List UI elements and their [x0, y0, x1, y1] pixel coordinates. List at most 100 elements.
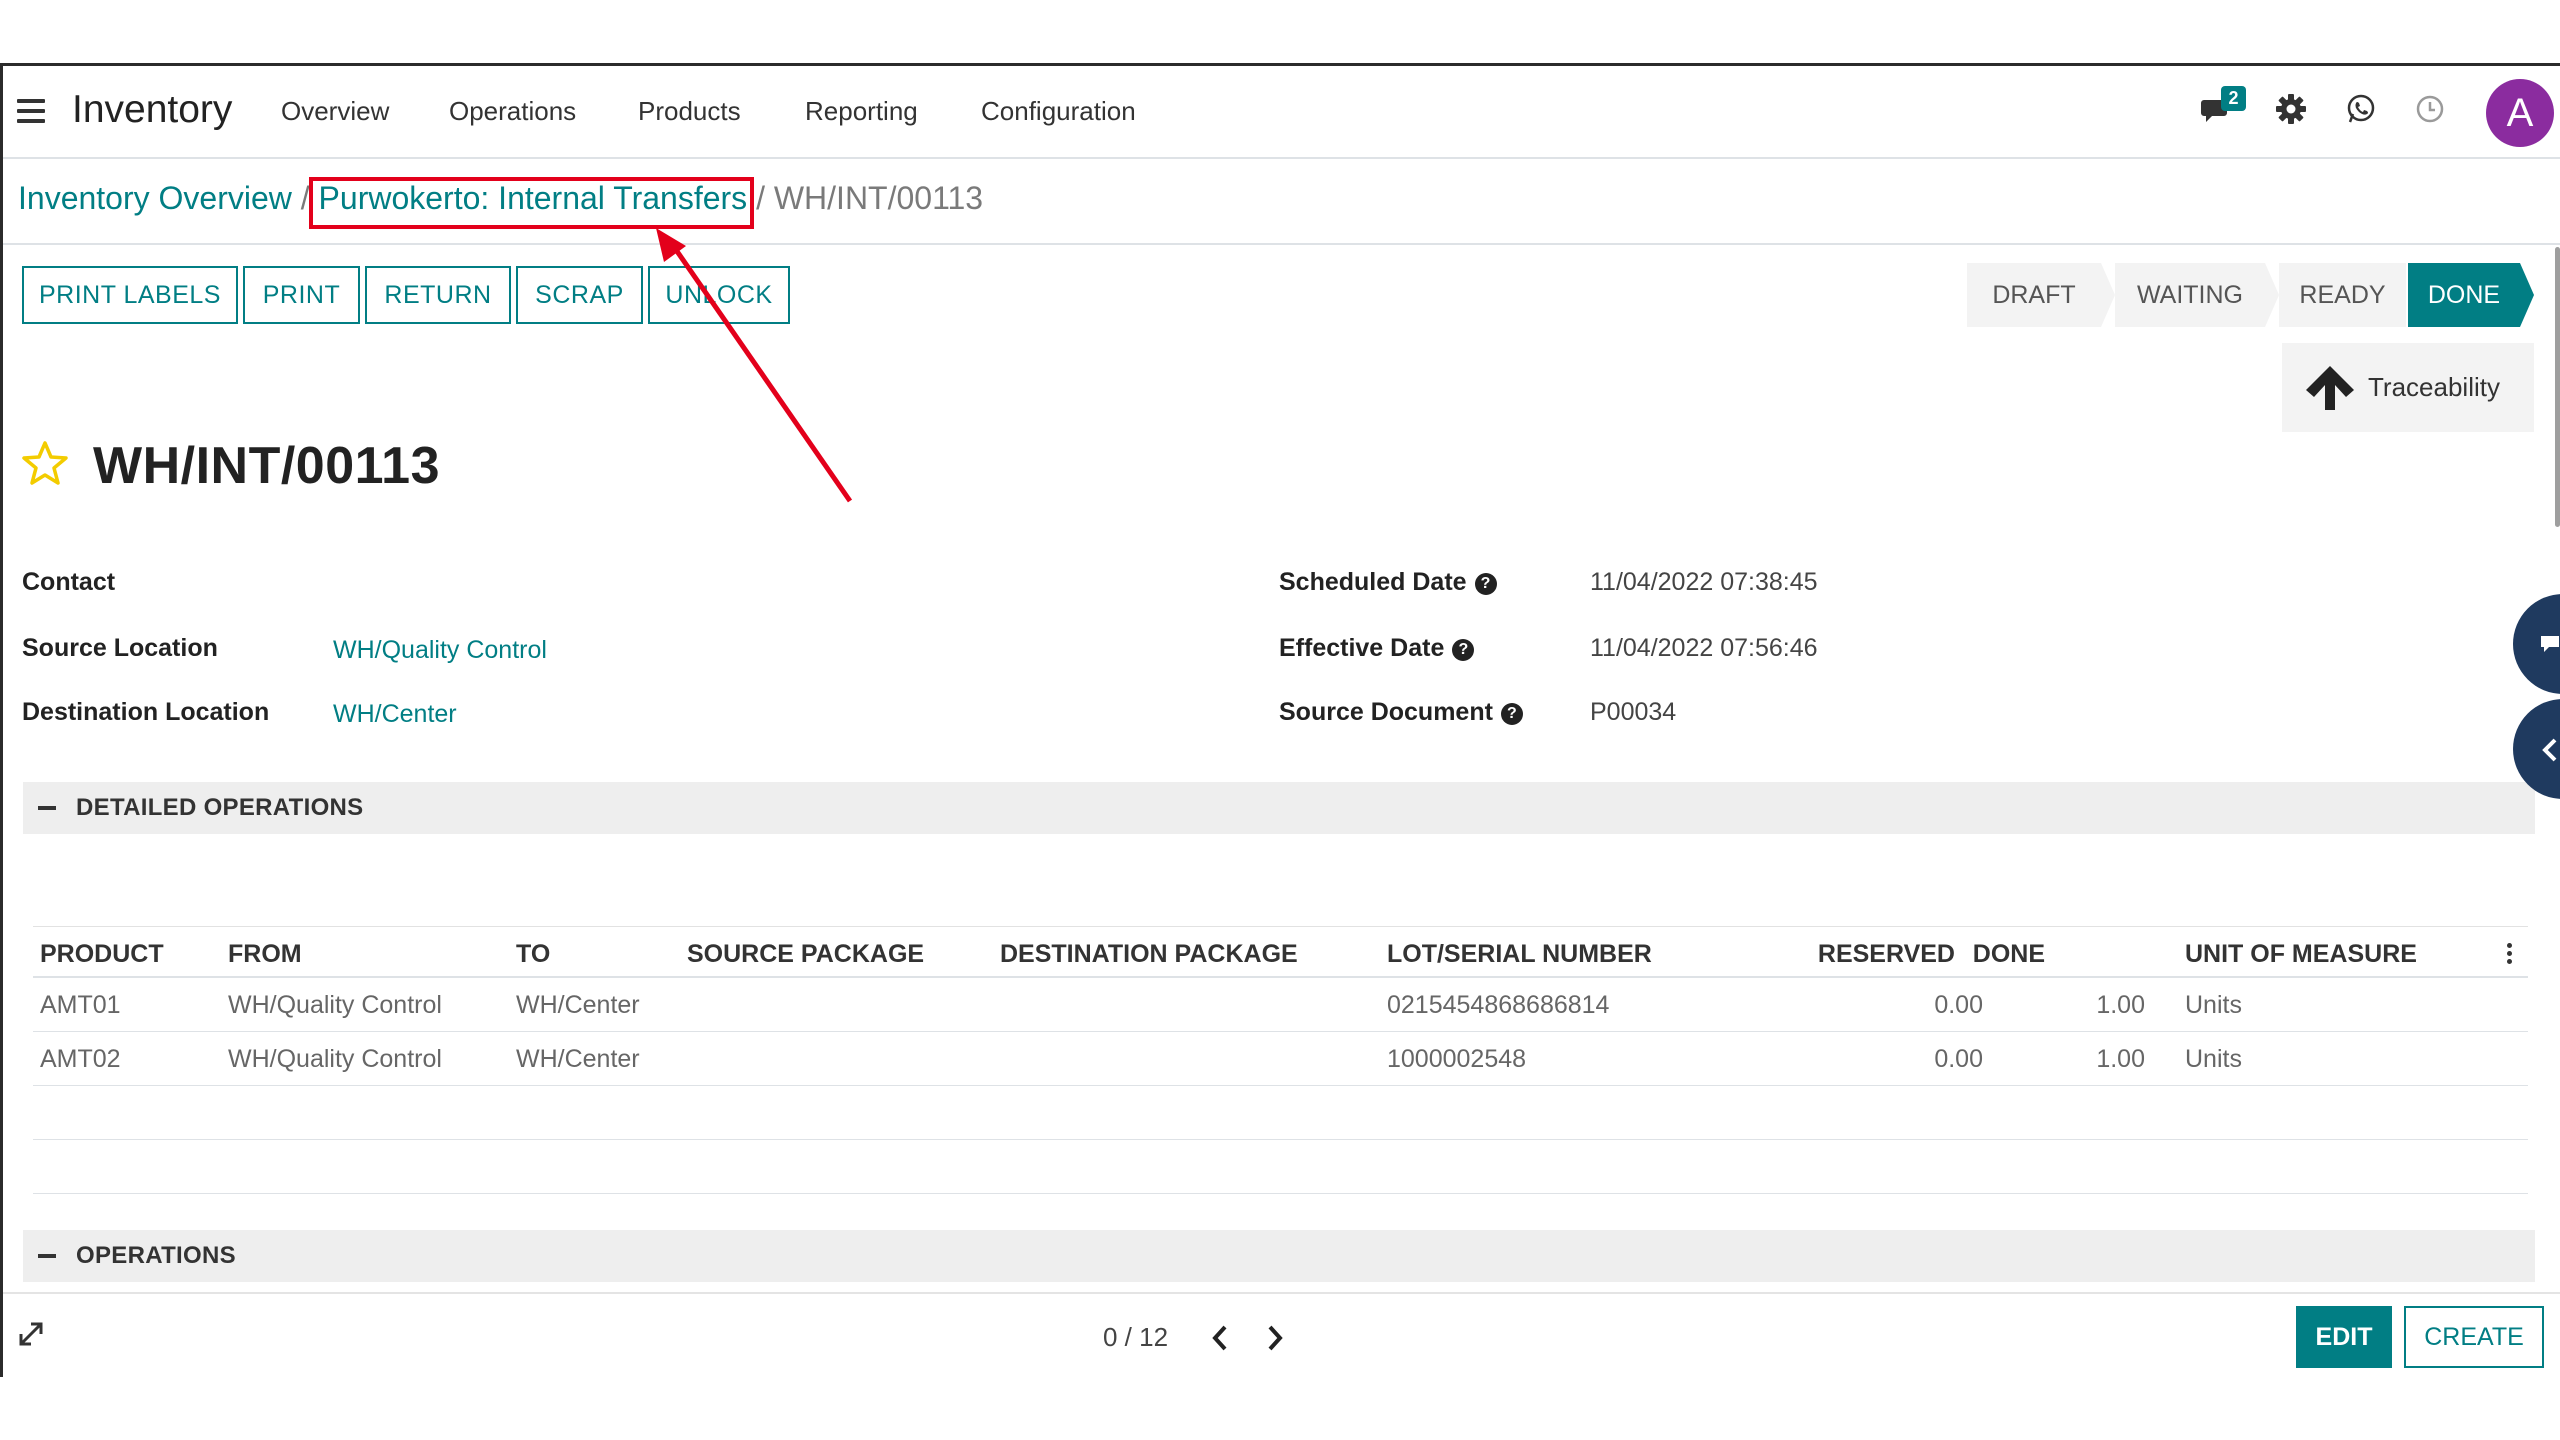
divider — [3, 243, 2560, 245]
status-arrow — [2265, 263, 2279, 327]
favorite-star-icon[interactable] — [21, 440, 69, 488]
nav-item-overview[interactable]: Overview — [281, 96, 389, 127]
detailed-operations-table: PRODUCT FROM TO SOURCE PACKAGE DESTINATI… — [33, 926, 2528, 1194]
create-button[interactable]: CREATE — [2404, 1306, 2544, 1368]
status-draft[interactable]: DRAFT — [1967, 263, 2101, 327]
help-icon[interactable]: ? — [1474, 573, 1497, 595]
chat-side-button[interactable] — [2513, 594, 2560, 694]
unlock-button[interactable]: UNLOCK — [648, 266, 790, 324]
edit-button[interactable]: EDIT — [2296, 1306, 2392, 1368]
nav-item-configuration[interactable]: Configuration — [981, 96, 1136, 127]
cell-product: AMT02 — [40, 1045, 121, 1073]
column-header-from[interactable]: FROM — [228, 940, 302, 969]
chevron-left-icon — [2542, 738, 2557, 762]
chevron-left-icon[interactable] — [1211, 1324, 1229, 1352]
status-waiting[interactable]: WAITING — [2115, 263, 2265, 327]
effective-date-label-text: Effective Date — [1279, 634, 1445, 662]
cell-to: WH/Center — [516, 1045, 640, 1073]
column-header-unit-of-measure[interactable]: UNIT OF MEASURE — [2185, 940, 2417, 969]
table-row-empty — [33, 1086, 2528, 1140]
collapse-minus-icon — [38, 806, 56, 810]
column-header-source-package[interactable]: SOURCE PACKAGE — [687, 940, 924, 969]
breadcrumb-current-record: WH/INT/00113 — [773, 180, 984, 216]
column-header-lot-serial-number[interactable]: LOT/SERIAL NUMBER — [1387, 940, 1652, 969]
cell-from: WH/Quality Control — [228, 991, 442, 1019]
nav-item-products[interactable]: Products — [638, 96, 741, 127]
breadcrumb-separator: / — [300, 180, 310, 216]
nav-item-operations[interactable]: Operations — [449, 96, 576, 127]
return-button[interactable]: RETURN — [365, 266, 511, 324]
help-icon[interactable]: ? — [1500, 703, 1523, 725]
message-count-badge: 2 — [2221, 86, 2246, 111]
table-row[interactable]: AMT02 WH/Quality Control WH/Center 10000… — [33, 1032, 2528, 1086]
gear-icon[interactable] — [2274, 92, 2308, 126]
traceability-label: Traceability — [2368, 372, 2500, 402]
destination-location-link[interactable]: WH/Center — [333, 700, 457, 729]
cell-uom: Units — [2185, 991, 2242, 1019]
chat-bubble-icon — [2541, 636, 2559, 652]
column-options-kebab-icon[interactable] — [2507, 943, 2512, 967]
effective-date-label: Effective Date? — [1279, 634, 1475, 663]
hamburger-menu-icon[interactable] — [17, 99, 45, 123]
clock-icon[interactable] — [2413, 92, 2447, 126]
cell-done: 1.00 — [2096, 1045, 2145, 1073]
source-location-link[interactable]: WH/Quality Control — [333, 636, 547, 665]
scheduled-date-value: 11/04/2022 07:38:45 — [1590, 568, 1818, 596]
user-avatar[interactable]: A — [2486, 79, 2554, 147]
cell-uom: Units — [2185, 1045, 2242, 1073]
breadcrumb: Inventory Overview / Purwokerto: Interna… — [18, 180, 983, 217]
record-title: WH/INT/00113 — [93, 437, 441, 495]
cell-done: 1.00 — [2096, 991, 2145, 1019]
pager-counter: 0 / 12 — [1103, 1322, 1169, 1352]
section-title: DETAILED OPERATIONS — [76, 794, 364, 821]
column-header-product[interactable]: PRODUCT — [40, 940, 164, 969]
cell-from: WH/Quality Control — [228, 1045, 442, 1073]
expand-icon[interactable] — [17, 1320, 45, 1348]
table-header-row: PRODUCT FROM TO SOURCE PACKAGE DESTINATI… — [33, 926, 2528, 978]
status-done[interactable]: DONE — [2408, 263, 2520, 327]
cell-product: AMT01 — [40, 991, 121, 1019]
table-row[interactable]: AMT01 WH/Quality Control WH/Center 02154… — [33, 978, 2528, 1032]
top-navbar: Inventory Overview Operations Products R… — [3, 66, 2560, 159]
scrap-button[interactable]: SCRAP — [516, 266, 643, 324]
collapse-minus-icon — [38, 1254, 56, 1258]
app-name[interactable]: Inventory — [72, 88, 232, 132]
destination-location-label: Destination Location — [22, 698, 270, 726]
arrow-up-icon — [2306, 365, 2354, 410]
nav-item-reporting[interactable]: Reporting — [805, 96, 918, 127]
detailed-operations-section-header[interactable]: DETAILED OPERATIONS — [23, 782, 2535, 834]
inventory-app-window: Inventory Overview Operations Products R… — [0, 63, 2560, 1377]
source-document-label: Source Document? — [1279, 698, 1523, 727]
whatsapp-icon[interactable] — [2344, 92, 2378, 126]
help-icon[interactable]: ? — [1452, 639, 1475, 661]
print-labels-button[interactable]: PRINT LABELS — [22, 266, 238, 324]
contact-label: Contact — [22, 568, 116, 596]
column-header-done[interactable]: DONE — [1933, 940, 2045, 969]
scheduled-date-label: Scheduled Date? — [1279, 568, 1497, 597]
source-location-label: Source Location — [22, 634, 218, 662]
effective-date-value: 11/04/2022 07:56:46 — [1590, 634, 1818, 662]
print-button[interactable]: PRINT — [243, 266, 360, 324]
operations-section-header[interactable]: OPERATIONS — [23, 1230, 2535, 1282]
cell-to: WH/Center — [516, 991, 640, 1019]
chevron-right-icon[interactable] — [1266, 1324, 1284, 1352]
cell-reserved: 0.00 — [1934, 1045, 1983, 1073]
source-document-label-text: Source Document — [1279, 698, 1493, 726]
scrollbar[interactable] — [2555, 247, 2560, 527]
column-header-destination-package[interactable]: DESTINATION PACKAGE — [1000, 940, 1298, 969]
status-ready[interactable]: READY — [2279, 263, 2406, 327]
breadcrumb-separator: / — [756, 180, 765, 216]
cell-reserved: 0.00 — [1934, 991, 1983, 1019]
table-row-empty — [33, 1140, 2528, 1194]
source-document-value: P00034 — [1590, 698, 1677, 726]
traceability-button[interactable]: Traceability — [2282, 343, 2534, 432]
column-header-reserved[interactable]: RESERVED — [1633, 940, 1955, 969]
cell-lot: 0215454868686814 — [1387, 991, 1610, 1019]
footer-bar: 0 / 12 EDIT CREATE — [3, 1292, 2560, 1377]
section-title: OPERATIONS — [76, 1242, 236, 1269]
column-header-to[interactable]: TO — [516, 940, 550, 969]
breadcrumb-inventory-overview[interactable]: Inventory Overview — [18, 180, 292, 216]
status-arrow — [2520, 263, 2534, 327]
breadcrumb-internal-transfers[interactable]: Purwokerto: Internal Transfers — [319, 180, 748, 216]
status-arrow — [2101, 263, 2115, 327]
